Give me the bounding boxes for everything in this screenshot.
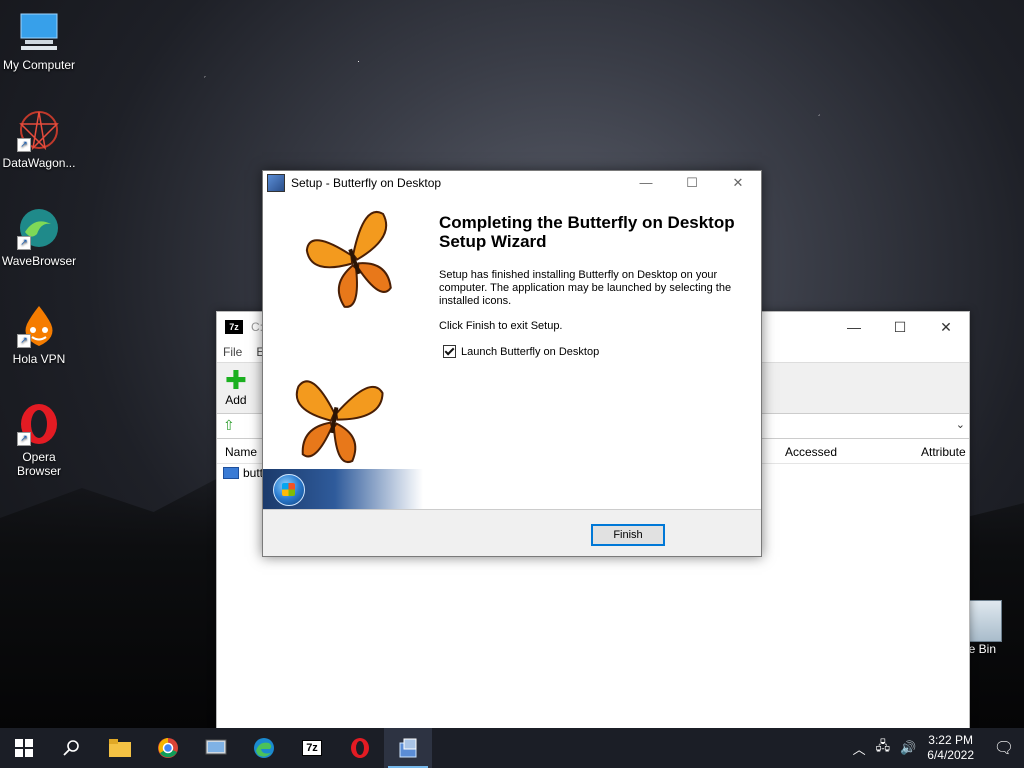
search-button[interactable] (48, 728, 96, 768)
taskbar-edge[interactable] (240, 728, 288, 768)
minimize-button[interactable]: — (831, 319, 877, 336)
shortcut-arrow-icon: ↗ (17, 432, 31, 446)
add-button[interactable]: ✚ Add (225, 367, 247, 407)
desktop-icon-datawagon[interactable]: ↗ DataWagon... (0, 108, 78, 170)
launch-checkbox[interactable] (443, 345, 456, 358)
recycle-bin-icon (968, 600, 1002, 642)
launch-checkbox-label[interactable]: Launch Butterfly on Desktop (461, 346, 599, 358)
file-icon (223, 467, 239, 479)
taskbar-7zip[interactable]: 7z (288, 728, 336, 768)
taskbar-setup[interactable] (384, 728, 432, 768)
taskbar-file-explorer[interactable] (96, 728, 144, 768)
desktop-icon-opera[interactable]: ↗ Opera Browser (0, 402, 78, 478)
desktop-icon-label: Hola VPN (12, 352, 66, 366)
shortcut-arrow-icon: ↗ (17, 138, 31, 152)
minimize-button[interactable]: — (623, 175, 669, 191)
file-row[interactable]: butt (223, 466, 263, 480)
opera-icon: ↗ (17, 402, 61, 446)
desktop-icon-my-computer[interactable]: My Computer (0, 10, 78, 72)
desktop-icon-label: Opera Browser (16, 450, 61, 478)
setup-installer-icon (399, 738, 417, 758)
7zip-icon: 7z (302, 740, 322, 756)
desktop-icon-label: WaveBrowser (1, 254, 77, 268)
desktop-icon-label: DataWagon... (2, 156, 76, 170)
finish-button[interactable]: Finish (591, 524, 665, 546)
up-folder-icon[interactable]: ⇧ (223, 417, 235, 434)
start-button[interactable] (0, 728, 48, 768)
notification-icon[interactable]: 🗨 (984, 728, 1024, 768)
clock[interactable]: 3:22 PM 6/4/2022 (927, 733, 974, 763)
wizard-heading: Completing the Butterfly on Desktop Setu… (439, 213, 735, 251)
wizard-exit-text: Click Finish to exit Setup. (439, 320, 563, 332)
wizard-button-bar: Finish (263, 510, 761, 556)
column-name[interactable]: Name (225, 445, 257, 459)
setup-wizard-dialog: Setup - Butterfly on Desktop — ☐ ✕ Compl… (262, 170, 762, 557)
computer-window-icon (205, 739, 227, 755)
file-name: butt (243, 466, 264, 480)
folder-icon (109, 739, 131, 757)
windows-logo-icon (15, 739, 33, 757)
setup-app-icon (267, 174, 285, 192)
windows-orb-icon (273, 474, 305, 506)
taskbar-chrome[interactable] (144, 728, 192, 768)
computer-icon (17, 10, 61, 54)
setup-title: Setup - Butterfly on Desktop (291, 176, 442, 190)
menu-file[interactable]: File (223, 345, 242, 359)
wizard-content: Completing the Butterfly on Desktop Setu… (439, 213, 739, 358)
add-label: Add (225, 393, 247, 407)
7zip-app-icon: 7z (225, 320, 243, 334)
maximize-button: ☐ (686, 175, 698, 190)
clock-date: 6/4/2022 (927, 748, 974, 762)
wavebrowser-icon: ↗ (17, 206, 61, 250)
desktop-icon-label: My Computer (2, 58, 76, 72)
chevron-down-icon[interactable]: ⌄ (956, 418, 965, 431)
close-button[interactable]: ✕ (923, 319, 969, 336)
shortcut-arrow-icon: ↗ (17, 236, 31, 250)
butterfly-image (305, 211, 392, 308)
chrome-icon (158, 738, 178, 758)
taskbar-explorer-window[interactable] (192, 728, 240, 768)
chevron-up-icon[interactable]: ︿ (853, 739, 866, 758)
volume-icon[interactable]: 🔊 (900, 740, 916, 756)
wizard-body-text: Setup has finished installing Butterfly … (439, 269, 732, 307)
plus-icon: ✚ (225, 365, 247, 395)
datawagon-icon: ↗ (17, 108, 61, 152)
close-button: ✕ (732, 175, 744, 190)
butterfly-image (295, 380, 384, 464)
column-accessed[interactable]: Accessed (785, 445, 837, 459)
column-attributes[interactable]: Attribute (921, 445, 966, 459)
clock-time: 3:22 PM (928, 733, 973, 747)
desktop-icon-wavebrowser[interactable]: ↗ WaveBrowser (0, 206, 78, 268)
setup-titlebar: Setup - Butterfly on Desktop — ☐ ✕ (263, 171, 761, 196)
launch-checkbox-row[interactable]: Launch Butterfly on Desktop (439, 345, 739, 358)
maximize-button[interactable]: ☐ (877, 319, 923, 336)
hola-flame-icon: ↗ (17, 304, 61, 348)
edge-icon (254, 738, 274, 758)
taskbar: 7z ︿ 🖧 🔊 3:22 PM 6/4/2022 🗨 (0, 728, 1024, 768)
network-icon[interactable]: 🖧 (876, 737, 891, 759)
shortcut-arrow-icon: ↗ (17, 334, 31, 348)
taskbar-opera[interactable] (336, 728, 384, 768)
opera-icon (351, 738, 369, 758)
desktop-icon-hola-vpn[interactable]: ↗ Hola VPN (0, 304, 78, 366)
system-tray: ︿ 🖧 🔊 3:22 PM 6/4/2022 🗨 (848, 728, 1024, 768)
search-icon (63, 740, 79, 756)
wizard-side-panel (263, 195, 423, 509)
